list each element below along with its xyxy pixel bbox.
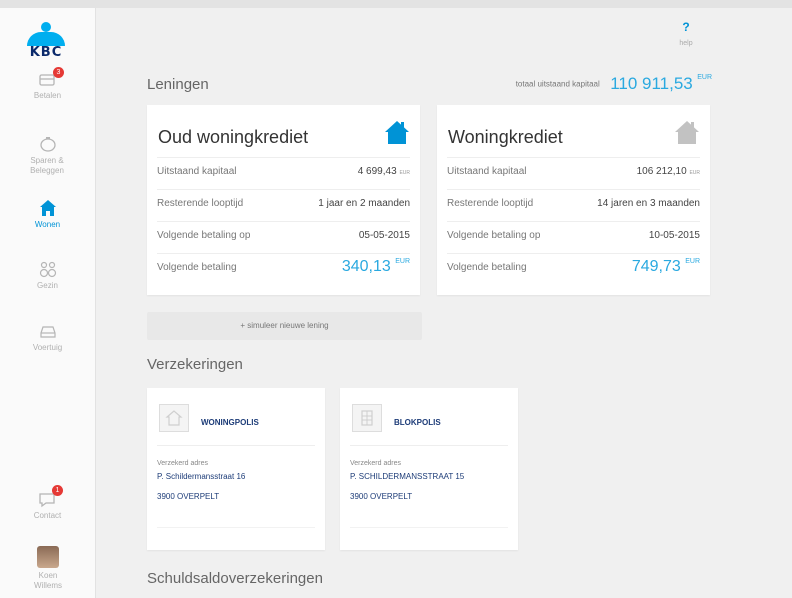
loan-card-woningkrediet[interactable]: Woningkrediet Uitstaand kapitaal 106 212…: [437, 105, 710, 295]
family-icon: [39, 261, 56, 278]
row-value: 1 jaar en 2 maanden: [318, 198, 410, 209]
user-name: Koen Willems: [34, 571, 62, 590]
building-icon: [352, 404, 382, 432]
insurance-title: Verzekeringen: [147, 356, 243, 373]
sidebar-item-label: Gezin: [37, 281, 58, 290]
row-label: Uitstaand kapitaal: [447, 166, 527, 177]
house-outline-icon: [159, 404, 189, 432]
sidebar-item-label: Contact: [33, 511, 62, 520]
address-label: Verzekerd adres: [350, 460, 401, 467]
notification-badge: 3: [53, 67, 64, 78]
piggy-bank-icon: [39, 137, 56, 152]
total-outstanding: totaal uitstaand kapitaal 110 911,53 EUR: [516, 74, 712, 94]
policy-card-woningpolis[interactable]: WONINGPOLIS Verzekerd adres P. Schilderm…: [147, 388, 325, 550]
sidebar-item-wonen[interactable]: Wonen: [0, 199, 95, 230]
logo-figure: [20, 22, 72, 46]
sidebar-item-label: Wonen: [34, 220, 61, 229]
loan-row-remaining-term: Resterende looptijd 14 jaren en 3 maande…: [447, 189, 700, 218]
house-icon: [385, 121, 409, 144]
row-value: 10-05-2015: [648, 230, 700, 241]
debt-insurance-title: Schuldsaldoverzekeringen: [147, 570, 323, 587]
policy-name: BLOKPOLIS: [394, 418, 441, 427]
divider: [157, 445, 315, 446]
sidebar-item-profile[interactable]: Koen Willems: [0, 546, 95, 591]
sidebar-item-contact[interactable]: 1 Contact: [0, 485, 95, 521]
loan-row-outstanding: Uitstaand kapitaal 4 699,43 EUR: [157, 157, 410, 186]
sidebar-item-label: Sparen & Beleggen: [30, 156, 64, 175]
loan-title: Oud woningkrediet: [158, 127, 309, 147]
top-bar: [0, 0, 792, 8]
row-label: Volgende betaling: [157, 262, 237, 273]
policy-card-blokpolis[interactable]: BLOKPOLIS Verzekerd adres P. SCHILDERMAN…: [340, 388, 518, 550]
simulate-loan-button[interactable]: + simuleer nieuwe lening: [147, 312, 422, 340]
divider: [350, 527, 508, 528]
divider: [350, 445, 508, 446]
total-label: totaal uitstaand kapitaal: [515, 79, 600, 89]
sidebar: KBC 3 Betalen Sparen & Beleggen Wonen Ge…: [0, 8, 96, 598]
total-currency: EUR: [697, 74, 712, 81]
kbc-logo[interactable]: KBC: [20, 22, 72, 59]
row-value: 05-05-2015: [358, 230, 410, 241]
car-icon: [39, 326, 56, 338]
loan-row-remaining-term: Resterende looptijd 1 jaar en 2 maanden: [157, 189, 410, 218]
loan-row-next-payment: Volgende betaling 749,73 EUR: [447, 253, 700, 282]
help-button[interactable]: ? help: [663, 20, 709, 47]
sidebar-item-label: Voertuig: [32, 343, 63, 352]
logo-text: KBC: [29, 45, 63, 60]
loan-title: Woningkrediet: [448, 127, 563, 147]
loan-row-outstanding: Uitstaand kapitaal 106 212,10 EUR: [447, 157, 700, 186]
sidebar-item-gezin[interactable]: Gezin: [0, 260, 95, 291]
loan-row-next-payment-date: Volgende betaling op 10-05-2015: [447, 221, 700, 250]
divider: [157, 527, 315, 528]
row-value: 14 jaren en 3 maanden: [597, 198, 700, 209]
row-value: 106 212,10 EUR: [636, 166, 700, 177]
address-label: Verzekerd adres: [157, 460, 208, 467]
sidebar-item-betalen[interactable]: 3 Betalen: [0, 67, 95, 101]
loans-title: Leningen: [147, 76, 209, 93]
address-street: P. Schildermansstraat 16: [157, 472, 246, 481]
help-icon: ?: [682, 20, 690, 34]
address-city: 3900 OVERPELT: [157, 492, 220, 501]
total-value: 110 911,53: [610, 74, 693, 93]
row-label: Volgende betaling op: [447, 230, 541, 241]
notification-badge: 1: [52, 485, 63, 496]
row-value: 340,13 EUR: [341, 258, 410, 275]
policy-name: WONINGPOLIS: [201, 418, 259, 427]
loan-row-next-payment-date: Volgende betaling op 05-05-2015: [157, 221, 410, 250]
sidebar-item-sparen-beleggen[interactable]: Sparen & Beleggen: [0, 135, 95, 176]
row-label: Uitstaand kapitaal: [157, 166, 237, 177]
row-label: Resterende looptijd: [447, 198, 534, 209]
row-label: Resterende looptijd: [157, 198, 244, 209]
row-label: Volgende betaling: [447, 262, 527, 273]
sidebar-item-voertuig[interactable]: Voertuig: [0, 322, 95, 353]
loan-card-oud-woningkrediet[interactable]: Oud woningkrediet Uitstaand kapitaal 4 6…: [147, 105, 420, 295]
address-city: 3900 OVERPELT: [350, 492, 413, 501]
sidebar-item-label: Betalen: [33, 91, 62, 100]
house-icon: [675, 121, 699, 144]
home-icon: [39, 200, 56, 216]
address-street: P. SCHILDERMANSSTRAAT 15: [350, 472, 465, 481]
row-label: Volgende betaling op: [157, 230, 251, 241]
avatar: [36, 546, 59, 568]
loan-row-next-payment: Volgende betaling 340,13 EUR: [157, 253, 410, 282]
help-label: help: [679, 40, 693, 47]
row-value: 4 699,43 EUR: [357, 166, 410, 177]
row-value: 749,73 EUR: [631, 258, 700, 275]
